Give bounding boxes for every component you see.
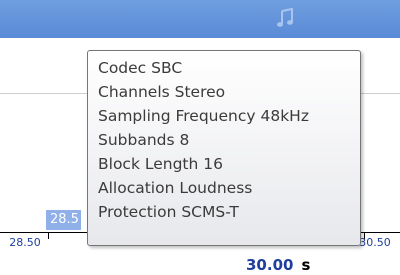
tooltip-line-protection: Protection SCMS-T [98, 203, 239, 221]
tooltip-line-subbands: Subbands 8 [98, 131, 190, 149]
tooltip-line-codec: Codec SBC [98, 59, 183, 77]
time-marker-label[interactable]: 28.5 [46, 210, 81, 230]
music-note-icon [277, 7, 293, 27]
tooltip-line-allocation: Allocation Loudness [98, 179, 253, 197]
current-time-unit: s [301, 256, 311, 274]
current-time-readout: 30.00 s [246, 256, 310, 274]
current-time-value: 30.00 [246, 256, 294, 274]
axis-tick-label: 28.50 [9, 236, 41, 249]
axis-tick-label: 30.50 [359, 236, 391, 249]
header-bar [0, 0, 400, 38]
tooltip-line-block-length: Block Length 16 [98, 155, 223, 173]
axis-tick [48, 232, 49, 239]
codec-info-tooltip: Codec SBC Channels Stereo Sampling Frequ… [87, 50, 361, 246]
tooltip-line-channels: Channels Stereo [98, 83, 226, 101]
tooltip-line-sampling-frequency: Sampling Frequency 48kHz [98, 107, 309, 125]
